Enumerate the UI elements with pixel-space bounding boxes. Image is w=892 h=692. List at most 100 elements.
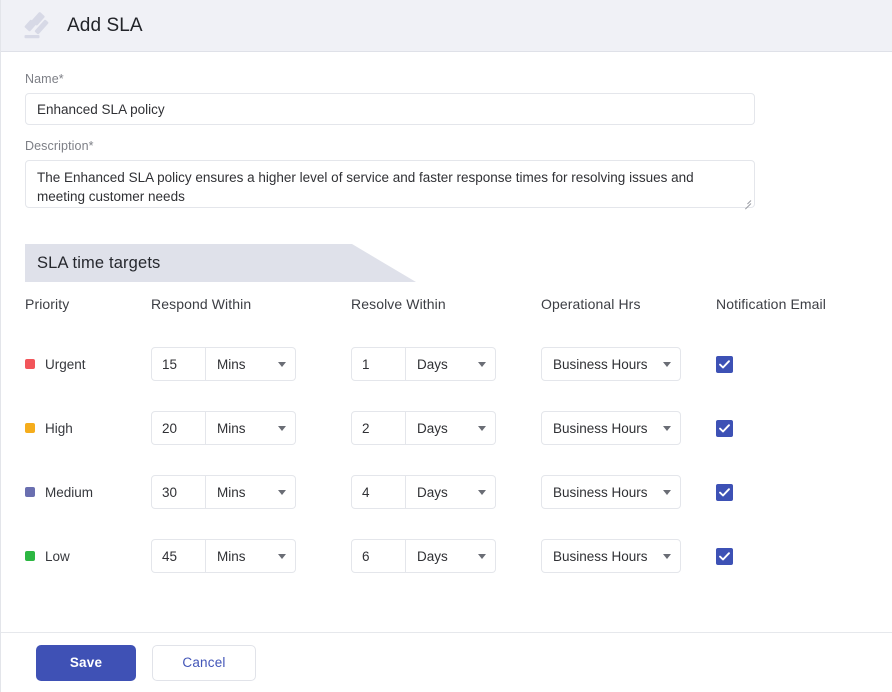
resolve-within-unit-select[interactable]: Days xyxy=(406,475,496,509)
table-header-row: Priority Respond Within Resolve Within O… xyxy=(25,282,891,332)
chevron-down-icon xyxy=(478,489,486,495)
chevron-down-icon xyxy=(278,425,286,431)
operational-hrs-label: Business Hours xyxy=(553,420,648,436)
sla-time-targets-title: SLA time targets xyxy=(37,253,161,272)
priority-color-dot xyxy=(25,551,35,561)
cell-notification-email xyxy=(716,332,891,396)
respond-within-unit-select[interactable]: Mins xyxy=(206,539,296,573)
priority-color-dot xyxy=(25,487,35,497)
chevron-down-icon xyxy=(663,553,671,559)
resolve-within-unit-label: Days xyxy=(417,484,448,500)
chevron-down-icon xyxy=(663,489,671,495)
respond-within-value-input[interactable] xyxy=(151,411,206,445)
operational-hrs-label: Business Hours xyxy=(553,484,648,500)
resolve-within-unit-select[interactable]: Days xyxy=(406,539,496,573)
notification-email-checkbox[interactable] xyxy=(716,355,733,373)
chevron-down-icon xyxy=(478,361,486,367)
table-row: High Mins Days Business Hours xyxy=(25,396,891,460)
cell-operational-hrs: Business Hours xyxy=(541,460,716,524)
column-header-respond-within: Respond Within xyxy=(151,296,252,312)
description-textarea[interactable]: The Enhanced SLA policy ensures a higher… xyxy=(25,160,755,208)
add-sla-page: Add SLA Name* Description* The Enhanced … xyxy=(0,0,892,692)
resolve-within-unit-label: Days xyxy=(417,548,448,564)
column-header-notification-email: Notification Email xyxy=(716,296,826,312)
operational-hrs-select[interactable]: Business Hours xyxy=(541,411,681,445)
cell-notification-email xyxy=(716,460,891,524)
respond-within-unit-label: Mins xyxy=(217,484,246,500)
cell-respond-within: Mins xyxy=(151,332,351,396)
respond-within-unit-label: Mins xyxy=(217,420,246,436)
page-title: Add SLA xyxy=(67,14,143,36)
name-field-group: Name* xyxy=(25,72,868,125)
cell-priority: Urgent xyxy=(25,332,151,396)
form-footer: Save Cancel xyxy=(1,632,892,692)
cell-operational-hrs: Business Hours xyxy=(541,524,716,588)
name-label: Name* xyxy=(25,72,64,86)
cell-resolve-within: Days xyxy=(351,460,541,524)
operational-hrs-select[interactable]: Business Hours xyxy=(541,347,681,381)
form-body: Name* Description* The Enhanced SLA poli… xyxy=(1,52,892,632)
cell-priority: High xyxy=(25,396,151,460)
cell-operational-hrs: Business Hours xyxy=(541,332,716,396)
respond-within-value-input[interactable] xyxy=(151,347,206,381)
resolve-within-unit-label: Days xyxy=(417,356,448,372)
cell-operational-hrs: Business Hours xyxy=(541,396,716,460)
resolve-within-value-input[interactable] xyxy=(351,411,406,445)
cell-resolve-within: Days xyxy=(351,332,541,396)
table-row: Medium Mins Days Business Hours xyxy=(25,460,891,524)
respond-within-unit-select[interactable]: Mins xyxy=(206,411,296,445)
respond-within-unit-select[interactable]: Mins xyxy=(206,347,296,381)
notification-email-checkbox[interactable] xyxy=(716,419,733,437)
chevron-down-icon xyxy=(478,425,486,431)
notification-email-checkbox[interactable] xyxy=(716,547,733,565)
priority-label: Low xyxy=(45,548,70,564)
operational-hrs-select[interactable]: Business Hours xyxy=(541,539,681,573)
cancel-button[interactable]: Cancel xyxy=(152,644,256,681)
cell-respond-within: Mins xyxy=(151,524,351,588)
cell-respond-within: Mins xyxy=(151,396,351,460)
resolve-within-unit-label: Days xyxy=(417,420,448,436)
column-header-resolve-within: Resolve Within xyxy=(351,296,446,312)
description-field-group: Description* The Enhanced SLA policy ens… xyxy=(25,139,868,210)
priority-label: Urgent xyxy=(45,356,86,372)
chevron-down-icon xyxy=(278,553,286,559)
cell-resolve-within: Days xyxy=(351,396,541,460)
description-label: Description* xyxy=(25,139,94,153)
chevron-down-icon xyxy=(663,425,671,431)
chevron-down-icon xyxy=(278,361,286,367)
cell-priority: Low xyxy=(25,524,151,588)
priority-color-dot xyxy=(25,423,35,433)
gavel-icon xyxy=(24,11,49,38)
chevron-down-icon xyxy=(278,489,286,495)
operational-hrs-label: Business Hours xyxy=(553,356,648,372)
sla-time-targets-section: SLA time targets xyxy=(25,244,868,282)
operational-hrs-label: Business Hours xyxy=(553,548,648,564)
respond-within-unit-label: Mins xyxy=(217,356,246,372)
chevron-down-icon xyxy=(478,553,486,559)
resolve-within-unit-select[interactable]: Days xyxy=(406,347,496,381)
save-button[interactable]: Save xyxy=(36,644,136,681)
respond-within-value-input[interactable] xyxy=(151,539,206,573)
cell-notification-email xyxy=(716,396,891,460)
resolve-within-value-input[interactable] xyxy=(351,475,406,509)
column-header-priority: Priority xyxy=(25,296,70,312)
table-row: Urgent Mins Days Business Hours xyxy=(25,332,891,396)
cell-respond-within: Mins xyxy=(151,460,351,524)
table-row: Low Mins Days Business Hours xyxy=(25,524,891,588)
operational-hrs-select[interactable]: Business Hours xyxy=(541,475,681,509)
page-header: Add SLA xyxy=(1,0,892,52)
resolve-within-value-input[interactable] xyxy=(351,539,406,573)
cell-resolve-within: Days xyxy=(351,524,541,588)
respond-within-unit-label: Mins xyxy=(217,548,246,564)
resolve-within-value-input[interactable] xyxy=(351,347,406,381)
sla-time-targets-banner: SLA time targets xyxy=(25,244,416,282)
resolve-within-unit-select[interactable]: Days xyxy=(406,411,496,445)
name-input[interactable] xyxy=(25,93,755,125)
notification-email-checkbox[interactable] xyxy=(716,483,733,501)
respond-within-value-input[interactable] xyxy=(151,475,206,509)
cell-notification-email xyxy=(716,524,891,588)
priority-color-dot xyxy=(25,359,35,369)
respond-within-unit-select[interactable]: Mins xyxy=(206,475,296,509)
table-body: Urgent Mins Days Business Hours High Mins Days… xyxy=(25,332,891,588)
priority-label: High xyxy=(45,420,73,436)
